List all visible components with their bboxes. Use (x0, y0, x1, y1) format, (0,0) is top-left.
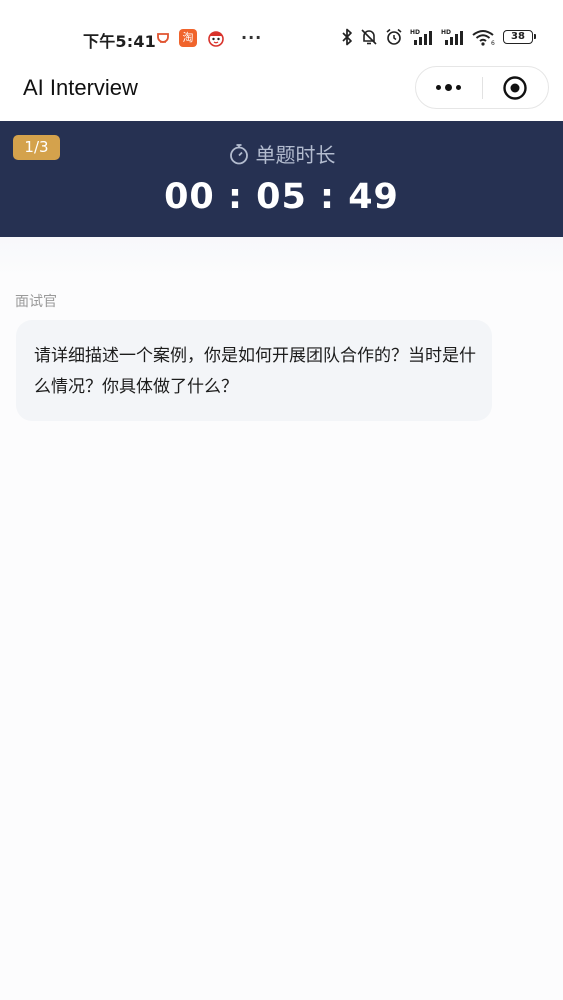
bluetooth-icon (342, 28, 352, 46)
signal-hd-icon-1: HD (410, 29, 432, 45)
page-title: AI Interview (23, 75, 138, 100)
close-mini-program-button[interactable] (483, 67, 549, 108)
screen: 下午5:41 淘 ··· HD HD 6 38 AI Interview 1/3… (0, 0, 563, 1000)
status-notification-icons: 淘 ··· (156, 28, 262, 48)
more-options-button[interactable] (416, 67, 482, 108)
cup-app-icon (157, 33, 169, 43)
nav-bar: AI Interview (0, 64, 563, 121)
mascot-app-icon (206, 28, 226, 48)
alarm-icon (386, 28, 402, 45)
mute-bell-icon (361, 29, 377, 45)
battery-indicator: 38 (503, 30, 536, 44)
question-timer-banner: 1/3 单题时长 00 : 05 : 49 (0, 121, 563, 237)
chat-area[interactable]: 面试官 请详细描述一个案例，你是如何开展团队合作的？当时是什么情况？你具体做了什… (0, 237, 563, 1000)
taobao-app-icon: 淘 (179, 29, 197, 47)
more-dot-icon (445, 84, 453, 91)
stopwatch-icon (229, 143, 248, 164)
interviewer-message-bubble: 请详细描述一个案例，你是如何开展团队合作的？当时是什么情况？你具体做了什么？ (16, 320, 492, 421)
more-dot-icon (436, 85, 442, 90)
status-more-icon: ··· (241, 28, 263, 47)
svg-text:6: 6 (491, 40, 495, 46)
status-time: 下午5:41 (83, 32, 156, 51)
interviewer-label: 面试官 (15, 294, 57, 310)
more-dot-icon (456, 85, 462, 90)
mini-program-capsule (415, 66, 549, 109)
timer-label-row: 单题时长 (0, 139, 563, 168)
faded-previous-content (0, 237, 563, 277)
status-bar: 下午5:41 淘 ··· HD HD 6 38 (0, 0, 563, 64)
timer-value: 00 : 05 : 49 (164, 177, 399, 217)
timer-label: 单题时长 (255, 143, 336, 167)
svg-text:HD: HD (410, 29, 420, 36)
wifi-icon: 6 (472, 30, 495, 46)
signal-hd-icon-2: HD (441, 29, 463, 45)
svg-text:HD: HD (441, 29, 451, 36)
target-close-icon (503, 75, 527, 100)
status-system-icons: HD HD 6 38 (341, 28, 536, 46)
